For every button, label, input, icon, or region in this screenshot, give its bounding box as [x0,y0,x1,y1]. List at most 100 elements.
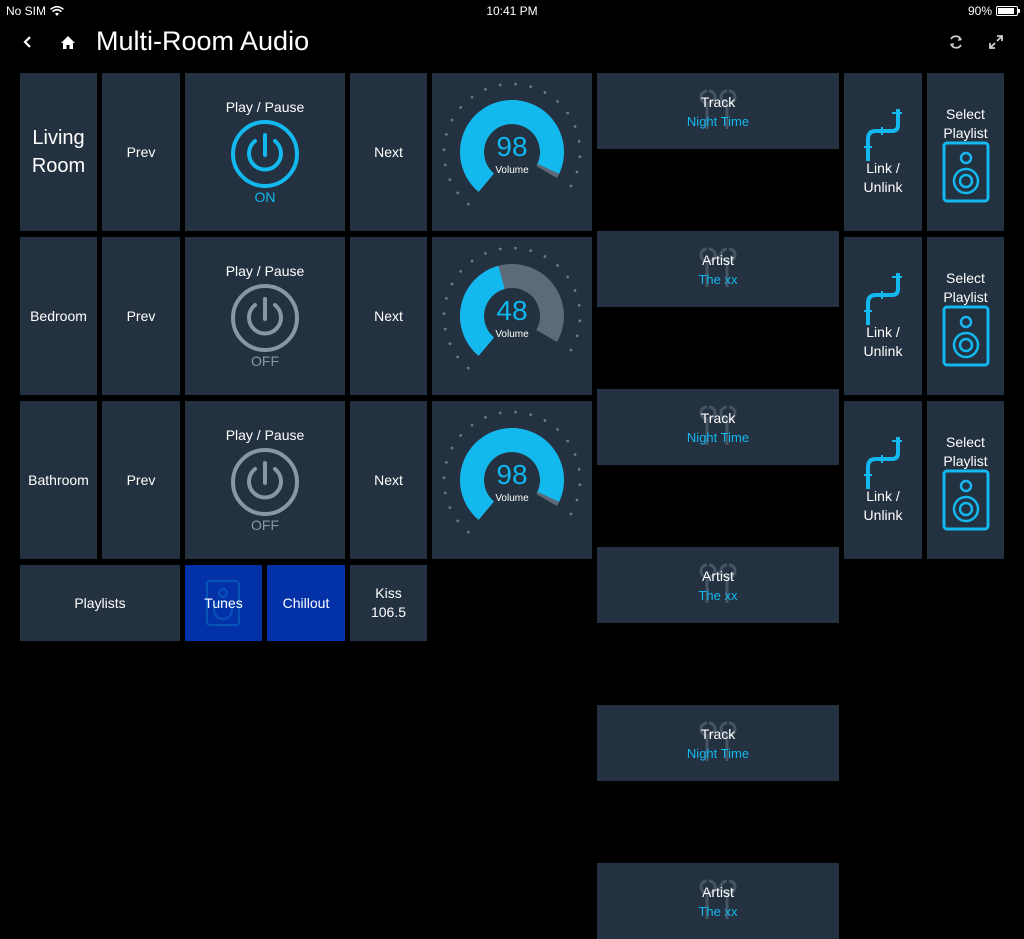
volume-tick [529,85,533,89]
volume-tick [569,348,573,352]
power-state: OFF [251,517,279,533]
battery-percent: 90% [967,4,992,18]
volume-tick [466,202,470,206]
room-name-tile: Bedroom [20,237,97,395]
playlist-button-kiss[interactable]: Kiss 106.5 [350,565,427,641]
select-playlist-button[interactable]: Select Playlist [927,237,1004,395]
volume-value: 98 [496,459,528,490]
volume-tick [543,91,547,94]
volume-tick [450,118,454,122]
link-label-line2: Unlink [863,179,903,195]
volume-tick [566,439,570,443]
playlist-button-chillout[interactable]: Chillout [267,565,345,641]
volume-tick [556,428,559,431]
volume-tick [573,125,577,128]
pipe-link-icon [864,437,902,489]
artist-name: The xx [698,903,738,919]
volume-tick [569,184,573,188]
next-button[interactable]: Next [350,237,427,395]
prev-label: Prev [126,308,156,324]
volume-tick [459,433,463,437]
volume-knob[interactable]: 98 Volume [432,73,592,231]
volume-knob[interactable]: 98 Volume [432,401,592,559]
play-pause-button[interactable]: Play / Pause ON [185,73,345,231]
volume-tick [450,282,454,286]
volume-tick [466,530,470,534]
volume-knob[interactable]: 48 Volume [432,237,592,395]
artist-label: Artist [702,251,734,268]
power-icon [231,448,299,516]
artist-info-tile: Artist The xx [597,547,839,623]
volume-tick [573,453,577,456]
playlist-label-chillout: Chillout [282,595,330,611]
volume-tick [459,105,463,109]
next-button[interactable]: Next [350,401,427,559]
volume-label: Volume [495,165,529,176]
speaker-icon [942,469,990,531]
play-pause-button[interactable]: Play / Pause OFF [185,401,345,559]
volume-tick [569,512,573,516]
select-playlist-button[interactable]: Select Playlist [927,73,1004,231]
volume-tick [470,95,474,99]
playlist-button-tunes[interactable]: Tunes [185,565,262,641]
track-label: Track [700,409,736,426]
track-label: Track [700,93,736,110]
next-button[interactable]: Next [350,73,427,231]
home-button[interactable] [54,28,82,56]
link-unlink-button[interactable]: Link / Unlink [844,401,922,559]
fullscreen-button[interactable] [982,28,1010,56]
track-name: Night Time [686,113,750,129]
volume-tick [484,416,487,419]
volume-tick [498,83,502,87]
prev-button[interactable]: Prev [102,73,180,231]
artist-info-tile: Artist The xx [597,863,839,939]
volume-tick [448,342,452,346]
volume-tick [456,191,460,195]
select-label-line1: Select [946,434,985,450]
select-playlist-button[interactable]: Select Playlist [927,401,1004,559]
room-name: Bedroom [30,308,87,324]
volume-tick [566,111,570,115]
fullscreen-icon [989,35,1003,49]
play-pause-label: Play / Pause [225,263,305,279]
volume-tick [543,419,547,422]
volume-tick [498,247,502,251]
speaker-icon [942,305,990,367]
back-button[interactable] [14,28,42,56]
track-name: Night Time [686,429,750,445]
power-icon [231,284,299,352]
power-icon [231,120,299,188]
room-name: Living Room [31,127,86,177]
prev-button[interactable]: Prev [102,237,180,395]
prev-button[interactable]: Prev [102,401,180,559]
prev-label: Prev [126,472,156,488]
page-title: Multi-Room Audio [96,26,310,56]
link-label-line2: Unlink [863,507,903,523]
volume-label: Volume [495,493,529,504]
link-label-line2: Unlink [863,343,903,359]
volume-tick [448,506,452,510]
link-unlink-button[interactable]: Link / Unlink [844,73,922,231]
artist-label: Artist [702,883,734,900]
refresh-button[interactable] [942,28,970,56]
play-pause-button[interactable]: Play / Pause OFF [185,237,345,395]
volume-tick [556,100,559,103]
select-label-line1: Select [946,106,985,122]
link-label-line1: Link / [866,160,900,176]
volume-tick [573,289,577,292]
power-state: OFF [251,353,279,369]
playlists-label: Playlists [74,595,126,611]
volume-tick [466,366,470,370]
volume-tick [448,178,452,182]
track-name: Night Time [686,745,750,761]
next-label: Next [374,472,403,488]
select-label-line1: Select [946,270,985,286]
track-info-tile: Track Night Time [597,705,839,781]
link-unlink-button[interactable]: Link / Unlink [844,237,922,395]
playlists-label-tile: Playlists [20,565,180,641]
track-label: Track [700,725,736,742]
clock-text: 10:41 PM [486,4,538,18]
volume-tick [450,446,454,450]
volume-tick [456,519,460,523]
link-label-line1: Link / [866,488,900,504]
